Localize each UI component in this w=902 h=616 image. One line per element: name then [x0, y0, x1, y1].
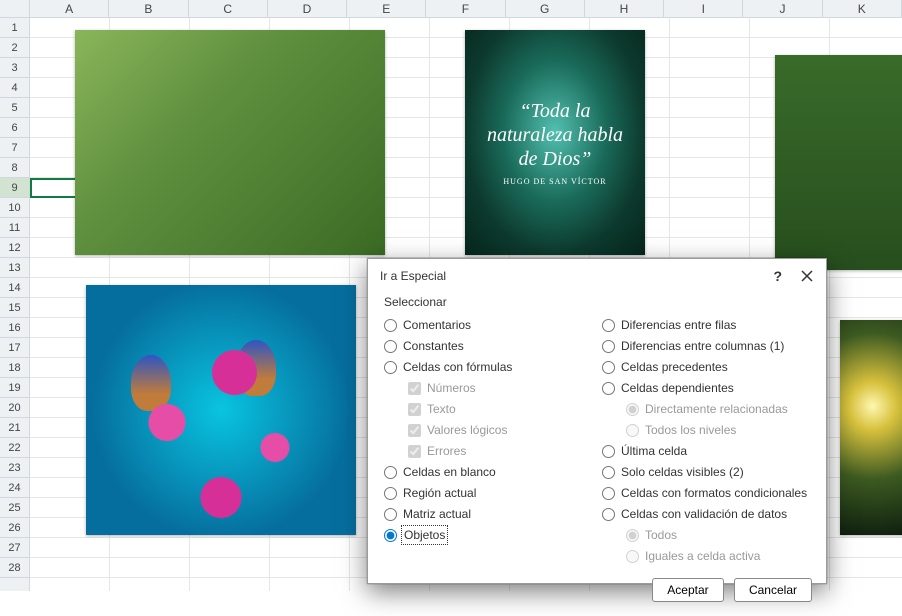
row-header[interactable]: 5 [0, 98, 29, 118]
radio-same: Iguales a celda activa [602, 548, 810, 564]
row-header[interactable]: 16 [0, 318, 29, 338]
option-constants[interactable]: Constantes [384, 338, 592, 354]
options-left-column: Comentarios Constantes Celdas con fórmul… [384, 317, 592, 564]
row-header[interactable]: 9 [0, 178, 29, 198]
row-header[interactable]: 22 [0, 438, 29, 458]
row-header[interactable]: 11 [0, 218, 29, 238]
option-row-diff[interactable]: Diferencias entre filas [602, 317, 810, 333]
col-header[interactable]: E [347, 0, 426, 17]
row-header[interactable]: 15 [0, 298, 29, 318]
row-header[interactable]: 14 [0, 278, 29, 298]
radio-all-levels: Todos los niveles [602, 422, 810, 438]
accept-button[interactable]: Aceptar [652, 578, 724, 602]
option-blanks[interactable]: Celdas en blanco [384, 464, 592, 480]
row-header[interactable]: 10 [0, 198, 29, 218]
option-precedents[interactable]: Celdas precedentes [602, 359, 810, 375]
option-col-diff[interactable]: Diferencias entre columnas (1) [602, 338, 810, 354]
row-header[interactable]: 3 [0, 58, 29, 78]
image-quote-text: “Toda la naturaleza habla de Dios” [477, 99, 633, 171]
goto-special-dialog: Ir a Especial ? Seleccionar Comentarios … [367, 258, 827, 584]
image-heart-lake[interactable]: “Toda la naturaleza habla de Dios” HUGO … [465, 30, 645, 255]
row-header[interactable]: 19 [0, 378, 29, 398]
row-header[interactable]: 21 [0, 418, 29, 438]
radio-direct: Directamente relacionadas [602, 401, 810, 417]
row-header[interactable]: 25 [0, 498, 29, 518]
col-header[interactable]: C [189, 0, 268, 17]
col-header[interactable]: J [743, 0, 822, 17]
col-header[interactable]: I [664, 0, 743, 17]
row-header[interactable]: 17 [0, 338, 29, 358]
help-icon[interactable]: ? [773, 268, 782, 284]
option-visible[interactable]: Solo celdas visibles (2) [602, 464, 810, 480]
row-headers: 1234567891011121314151617181920212223242… [0, 18, 30, 591]
image-birds-flowers[interactable] [86, 285, 356, 535]
col-header[interactable]: K [823, 0, 902, 17]
checkbox-errors: Errores [384, 443, 592, 459]
option-validation[interactable]: Celdas con validación de datos [602, 506, 810, 522]
checkbox-text: Texto [384, 401, 592, 417]
close-icon[interactable] [798, 267, 816, 285]
bird-shape [131, 355, 171, 411]
row-header[interactable]: 13 [0, 258, 29, 278]
row-header[interactable]: 20 [0, 398, 29, 418]
option-last-cell[interactable]: Última celda [602, 443, 810, 459]
dialog-titlebar: Ir a Especial ? [368, 259, 826, 291]
option-region[interactable]: Región actual [384, 485, 592, 501]
section-label: Seleccionar [384, 295, 810, 309]
image-forest-right[interactable] [775, 55, 902, 270]
row-header[interactable]: 18 [0, 358, 29, 378]
option-objects[interactable]: Objetos [384, 527, 592, 543]
row-header[interactable]: 7 [0, 138, 29, 158]
col-header[interactable]: H [585, 0, 664, 17]
dialog-title: Ir a Especial [380, 269, 446, 283]
checkbox-numbers: Números [384, 380, 592, 396]
image-sunlight-forest[interactable] [840, 320, 902, 535]
radio-all: Todos [602, 527, 810, 543]
row-header[interactable]: 1 [0, 18, 29, 38]
row-header[interactable]: 27 [0, 538, 29, 558]
row-header[interactable]: 23 [0, 458, 29, 478]
col-header[interactable]: G [506, 0, 585, 17]
cancel-button[interactable]: Cancelar [734, 578, 812, 602]
select-all-corner[interactable] [0, 0, 30, 18]
col-header[interactable]: D [268, 0, 347, 17]
image-tree-hands[interactable] [75, 30, 385, 255]
row-header[interactable]: 2 [0, 38, 29, 58]
image-quote-author: HUGO DE SAN VÍCTOR [503, 177, 606, 186]
option-dependents[interactable]: Celdas dependientes [602, 380, 810, 396]
option-matrix[interactable]: Matriz actual [384, 506, 592, 522]
column-headers: ABCDEFGHIJK [30, 0, 902, 18]
option-formulas[interactable]: Celdas con fórmulas [384, 359, 592, 375]
col-header[interactable]: B [109, 0, 188, 17]
option-comments[interactable]: Comentarios [384, 317, 592, 333]
row-header[interactable]: 4 [0, 78, 29, 98]
row-header[interactable]: 12 [0, 238, 29, 258]
row-header[interactable]: 8 [0, 158, 29, 178]
row-header[interactable]: 26 [0, 518, 29, 538]
row-header[interactable]: 24 [0, 478, 29, 498]
row-header[interactable]: 6 [0, 118, 29, 138]
row-header[interactable]: 28 [0, 558, 29, 578]
checkbox-logicals: Valores lógicos [384, 422, 592, 438]
options-right-column: Diferencias entre filas Diferencias entr… [602, 317, 810, 564]
col-header[interactable]: A [30, 0, 109, 17]
option-cond-format[interactable]: Celdas con formatos condicionales [602, 485, 810, 501]
col-header[interactable]: F [426, 0, 505, 17]
bird-shape [236, 340, 276, 396]
